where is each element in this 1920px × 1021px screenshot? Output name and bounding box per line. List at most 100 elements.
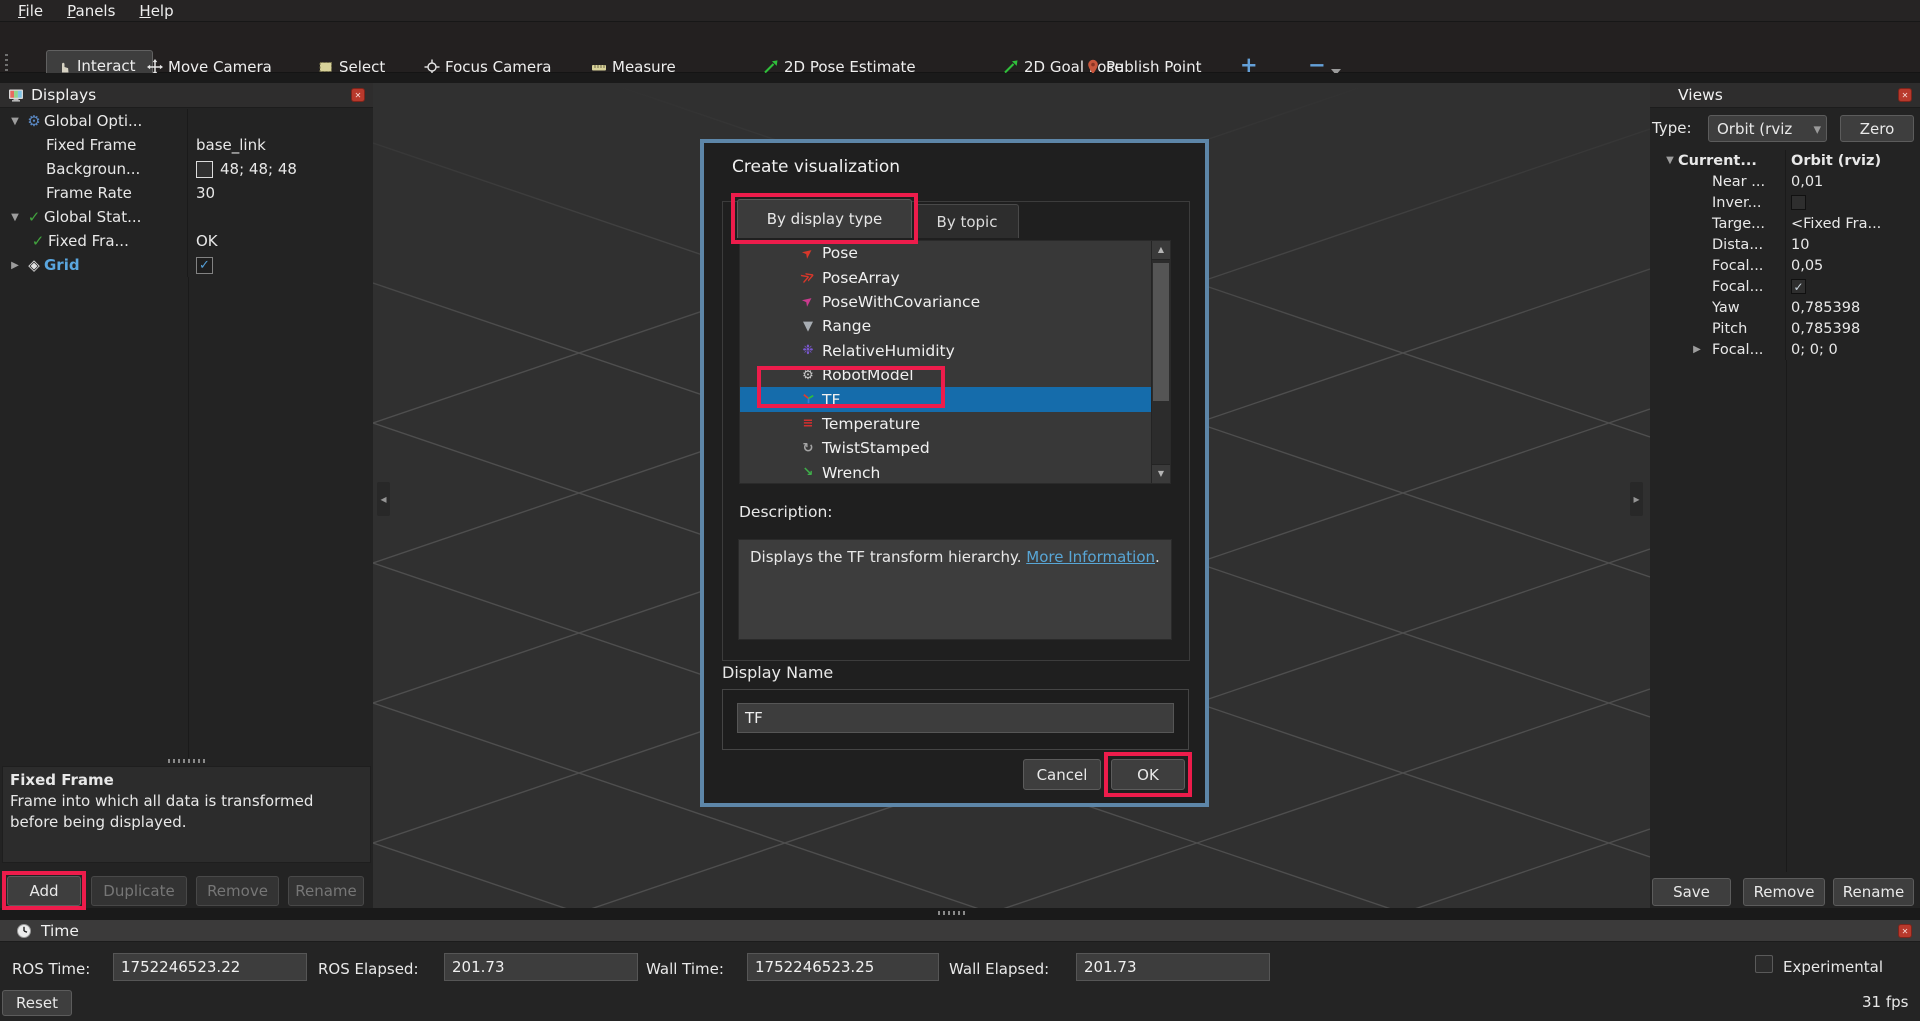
displays-monitor-icon [8, 87, 24, 103]
row-value[interactable]: 30 [196, 184, 215, 202]
views-row-distance[interactable]: Dista... 10 [1650, 234, 1920, 255]
expander-right-icon[interactable]: ▶ [6, 260, 24, 271]
views-row-focal-shape-size[interactable]: Focal... 0,05 [1650, 255, 1920, 276]
row-value[interactable]: <Fixed Fra... [1791, 216, 1881, 232]
ros-time-field[interactable]: 1752246523.22 [113, 953, 307, 981]
displays-close-button[interactable]: ✕ [351, 88, 365, 102]
remove-display-button[interactable]: Remove [196, 876, 279, 906]
views-tree: ▼ Current... Orbit (rviz) Near ... 0,01 … [1650, 150, 1920, 360]
wall-time-label: Wall Time: [646, 960, 724, 978]
duplicate-display-button[interactable]: Duplicate [91, 876, 187, 906]
remove-view-button[interactable]: Remove [1743, 878, 1825, 906]
views-row-yaw[interactable]: Yaw 0,785398 [1650, 297, 1920, 318]
list-item-tf-selected[interactable]: TF [740, 387, 1152, 411]
row-value[interactable]: 0,05 [1791, 258, 1823, 274]
list-item-pose[interactable]: ➤ Pose [740, 241, 1152, 265]
tree-row-grid[interactable]: ▶ ◈ Grid ✓ [0, 253, 373, 277]
list-item-twiststamped[interactable]: ↻ TwistStamped [740, 436, 1152, 460]
experimental-checkbox[interactable] [1755, 955, 1773, 973]
row-value: Orbit (rviz) [1791, 153, 1881, 169]
scroll-up-button[interactable]: ▲ [1152, 241, 1170, 260]
displays-panel-header[interactable]: Displays ✕ [0, 83, 373, 108]
display-name-input[interactable]: TF [737, 703, 1174, 733]
more-information-link[interactable]: More Information [1026, 548, 1155, 566]
scrollbar-thumb[interactable] [1153, 263, 1169, 401]
cancel-button[interactable]: Cancel [1023, 759, 1101, 790]
grid-enabled-checkbox[interactable]: ✓ [196, 257, 213, 274]
add-display-button[interactable]: Add [7, 876, 81, 906]
zero-button[interactable]: Zero [1840, 115, 1914, 142]
ok-button[interactable]: OK [1111, 759, 1185, 790]
views-close-button[interactable]: ✕ [1898, 88, 1912, 102]
row-value[interactable]: base_link [196, 136, 266, 154]
save-view-button[interactable]: Save [1652, 878, 1731, 906]
menu-file[interactable]: File [6, 1, 55, 21]
rename-view-button[interactable]: Rename [1833, 878, 1914, 906]
menu-help[interactable]: Help [127, 1, 185, 21]
tree-row-global-status[interactable]: ▼ ✓ Global Stat... [0, 205, 373, 229]
row-value[interactable]: 10 [1791, 237, 1809, 253]
tf-axes-icon [798, 390, 818, 409]
row-value[interactable]: 0; 0; 0 [1791, 342, 1838, 358]
views-row-near-clip[interactable]: Near ... 0,01 [1650, 171, 1920, 192]
focal-shape-checkbox[interactable]: ✓ [1791, 279, 1806, 294]
menu-panels[interactable]: Panels [55, 1, 127, 21]
expander-down-icon[interactable]: ▼ [6, 116, 24, 127]
tree-row-fixed-frame[interactable]: Fixed Frame base_link [0, 133, 373, 157]
list-item-temperature[interactable]: ≡ Temperature [740, 412, 1152, 436]
tab-by-display-type[interactable]: By display type [737, 199, 912, 238]
time-close-button[interactable]: ✕ [1898, 924, 1912, 938]
color-swatch[interactable] [196, 161, 213, 178]
tree-row-global-options[interactable]: ▼ ⚙ Global Opti... [0, 109, 373, 133]
views-row-focal-shape-fixed[interactable]: Focal... ✓ [1650, 276, 1920, 297]
time-splitter-handle[interactable] [938, 911, 968, 915]
expander-down-icon[interactable]: ▼ [1662, 155, 1678, 166]
status-check-icon: ✓ [28, 232, 48, 250]
time-panel-header[interactable]: Time ✕ [0, 920, 1920, 942]
tree-row-frame-rate[interactable]: Frame Rate 30 [0, 181, 373, 205]
displays-splitter-handle[interactable] [168, 759, 208, 763]
expander-right-icon[interactable]: ▶ [1690, 344, 1704, 355]
list-item-posewithcovariance[interactable]: ➤ PoseWithCovariance [740, 290, 1152, 314]
list-item-posearray[interactable]: ≫ PoseArray [740, 265, 1152, 289]
remove-tool-button[interactable]: − [1308, 55, 1341, 75]
views-row-target-frame[interactable]: Targe... <Fixed Fra... [1650, 213, 1920, 234]
menubar: File Panels Help [0, 0, 1920, 22]
ros-elapsed-field[interactable]: 201.73 [444, 953, 638, 981]
row-label: Fixed Fra... [48, 232, 129, 250]
hide-left-dock-button[interactable]: ◂ [377, 482, 390, 516]
row-label: Fixed Frame [46, 136, 136, 154]
list-item-wrench[interactable]: ↘ Wrench [740, 461, 1152, 485]
views-row-invert-z[interactable]: Inver... [1650, 192, 1920, 213]
row-value[interactable]: 0,785398 [1791, 300, 1860, 316]
list-item-relativehumidity[interactable]: ❉ RelativeHumidity [740, 339, 1152, 363]
views-row-current-view[interactable]: ▼ Current... Orbit (rviz) [1650, 150, 1920, 171]
rename-display-button[interactable]: Rename [288, 876, 364, 906]
description-text: Displays the TF transform hierarchy. [750, 548, 1026, 566]
add-tool-button[interactable]: + [1240, 55, 1258, 75]
invert-z-checkbox[interactable] [1791, 195, 1806, 210]
tab-by-topic[interactable]: By topic [915, 204, 1019, 238]
view-type-dropdown[interactable]: Orbit (rviz ▾ [1708, 115, 1827, 142]
tree-row-fixed-frame-status[interactable]: ✓ Fixed Fra... OK [0, 229, 373, 253]
expander-down-icon[interactable]: ▼ [6, 212, 24, 223]
plus-icon: + [1240, 55, 1258, 75]
views-panel-header[interactable]: Views ✕ [1650, 83, 1920, 108]
reset-button[interactable]: Reset [2, 990, 72, 1016]
views-row-focal-point[interactable]: ▶ Focal... 0; 0; 0 [1650, 339, 1920, 360]
scroll-down-button[interactable]: ▼ [1152, 464, 1170, 483]
wall-time-field[interactable]: 1752246523.25 [747, 953, 939, 981]
tree-row-background-color[interactable]: Backgroun... 48; 48; 48 [0, 157, 373, 181]
list-scrollbar[interactable]: ▲ ▼ [1151, 241, 1170, 483]
views-row-pitch[interactable]: Pitch 0,785398 [1650, 318, 1920, 339]
wall-elapsed-field[interactable]: 201.73 [1076, 953, 1270, 981]
tree-column-divider[interactable] [188, 277, 189, 758]
list-item-range[interactable]: ▼ Range [740, 314, 1152, 338]
row-value[interactable]: 0,01 [1791, 174, 1823, 190]
row-value[interactable]: 48; 48; 48 [220, 160, 297, 178]
hide-right-dock-button[interactable]: ▸ [1630, 482, 1643, 516]
temperature-icon: ≡ [798, 416, 818, 431]
views-column-divider[interactable] [1786, 360, 1787, 872]
list-item-robotmodel[interactable]: ⚙ RobotModel [740, 363, 1152, 387]
row-value[interactable]: 0,785398 [1791, 321, 1860, 337]
